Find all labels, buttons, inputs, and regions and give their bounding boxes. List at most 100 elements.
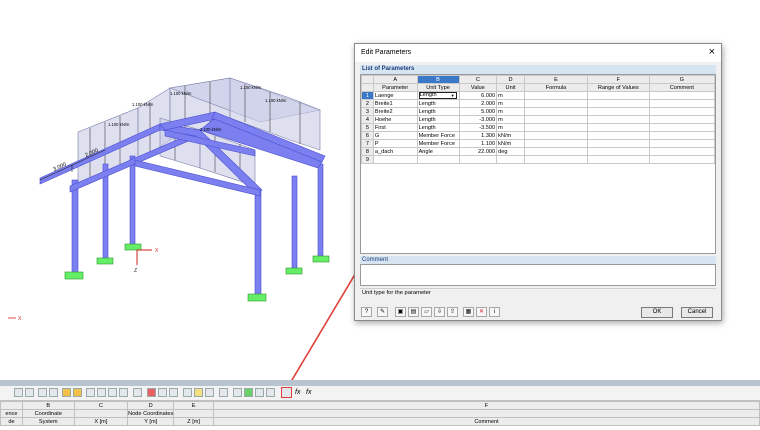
- close-icon[interactable]: ×: [709, 46, 715, 58]
- unit-cell[interactable]: [496, 155, 525, 164]
- formula-cell[interactable]: [523, 91, 589, 100]
- formula-cell[interactable]: [523, 131, 589, 140]
- parameter-cell[interactable]: Laenge: [372, 91, 418, 100]
- toolbar-icon[interactable]: [25, 388, 34, 397]
- edit-icon[interactable]: ✎: [377, 307, 388, 317]
- unit-type-cell[interactable]: Length: [416, 115, 460, 124]
- unit-type-cell[interactable]: Length: [416, 107, 460, 116]
- comment-cell[interactable]: [648, 147, 715, 156]
- formula-cell[interactable]: [523, 99, 589, 108]
- column-letter[interactable]: E: [523, 75, 589, 84]
- comment-cell[interactable]: [648, 115, 715, 124]
- comment-cell[interactable]: [648, 91, 715, 100]
- parameter-cell[interactable]: P: [372, 139, 418, 148]
- toolbar-icon[interactable]: [194, 388, 203, 397]
- chevron-down-icon[interactable]: ▼: [451, 93, 455, 98]
- unit-cell[interactable]: kN/m: [496, 131, 525, 140]
- column-letter[interactable]: B: [21, 401, 75, 410]
- formula-cell[interactable]: [523, 155, 589, 164]
- row-number[interactable]: 8: [361, 147, 374, 156]
- table-row[interactable]: 1 Laenge Length ▼ 6.000 m: [361, 91, 715, 100]
- column-letter[interactable]: D: [127, 401, 175, 410]
- column-letter[interactable]: F: [212, 401, 760, 410]
- unit-type-dropdown[interactable]: Length ▼: [418, 92, 457, 99]
- toolbar-icon[interactable]: [133, 388, 142, 397]
- table-row[interactable]: 9: [361, 155, 715, 164]
- column-letter[interactable]: D: [496, 75, 525, 84]
- column-letter[interactable]: E: [173, 401, 214, 410]
- row-number[interactable]: 5: [361, 123, 374, 132]
- folder-icon[interactable]: ▱: [421, 307, 432, 317]
- toolbar-icon[interactable]: [73, 388, 82, 397]
- table-row[interactable]: 3 Breite2 Length 5.000 m: [361, 107, 715, 116]
- formula-cell[interactable]: [523, 115, 589, 124]
- toolbar-icon[interactable]: [244, 388, 253, 397]
- toolbar-icon[interactable]: [97, 388, 106, 397]
- toolbar-icon[interactable]: [255, 388, 264, 397]
- save-icon[interactable]: ▣: [395, 307, 406, 317]
- comment-cell[interactable]: [648, 139, 715, 148]
- table-row[interactable]: 8 a_dach Angle 22.000 deg: [361, 147, 715, 156]
- range-cell[interactable]: [587, 155, 650, 164]
- toolbar-icon[interactable]: [205, 388, 214, 397]
- comment-cell[interactable]: [648, 123, 715, 132]
- row-number[interactable]: 9: [361, 155, 374, 164]
- range-cell[interactable]: [587, 123, 650, 132]
- value-cell[interactable]: 1.300: [458, 131, 498, 140]
- table-icon[interactable]: ▦: [463, 307, 474, 317]
- unit-type-cell[interactable]: Angle: [416, 147, 460, 156]
- comment-cell[interactable]: [648, 107, 715, 116]
- column-letter[interactable]: C: [458, 75, 498, 84]
- toolbar-icon[interactable]: [119, 388, 128, 397]
- toolbar-icon[interactable]: [62, 388, 71, 397]
- toolbar-icon[interactable]: [108, 388, 117, 397]
- range-cell[interactable]: [587, 99, 650, 108]
- parameter-cell[interactable]: Hoehe: [372, 115, 418, 124]
- column-letter[interactable]: G: [648, 75, 715, 84]
- parameter-cell[interactable]: Breite2: [372, 107, 418, 116]
- row-number[interactable]: 1: [361, 91, 374, 100]
- dialog-titlebar[interactable]: Edit Parameters ×: [355, 44, 721, 62]
- unit-cell[interactable]: m: [496, 123, 525, 132]
- range-cell[interactable]: [587, 131, 650, 140]
- formula-cell[interactable]: [523, 123, 589, 132]
- toolbar-icon[interactable]: [147, 388, 156, 397]
- row-number[interactable]: 6: [361, 131, 374, 140]
- value-cell[interactable]: 6.000: [458, 91, 498, 100]
- column-letter[interactable]: C: [73, 401, 129, 410]
- cancel-button[interactable]: Cancel: [681, 307, 713, 318]
- range-cell[interactable]: [587, 107, 650, 116]
- unit-cell[interactable]: m: [496, 107, 525, 116]
- info-icon[interactable]: i: [489, 307, 500, 317]
- range-cell[interactable]: [587, 139, 650, 148]
- unit-type-cell[interactable]: Length: [416, 99, 460, 108]
- column-letter[interactable]: B: [416, 75, 460, 84]
- formula-cell[interactable]: [523, 147, 589, 156]
- value-cell[interactable]: 5.000: [458, 107, 498, 116]
- range-cell[interactable]: [587, 115, 650, 124]
- row-number[interactable]: 7: [361, 139, 374, 148]
- toolbar-icon[interactable]: [219, 388, 228, 397]
- toolbar-icon[interactable]: [266, 388, 275, 397]
- row-number[interactable]: 4: [361, 115, 374, 124]
- toolbar-icon[interactable]: [233, 388, 242, 397]
- structure-model-view[interactable]: 3.000 2.000 1.100 kN/m 1.100 kN/m 1.100 …: [0, 0, 350, 330]
- toolbar-icon[interactable]: [49, 388, 58, 397]
- unit-type-cell[interactable]: Member Force: [416, 131, 460, 140]
- value-cell[interactable]: -3.000: [458, 115, 498, 124]
- import-icon[interactable]: ⇩: [434, 307, 445, 317]
- comment-cell[interactable]: [648, 99, 715, 108]
- delete-icon[interactable]: ✕: [476, 307, 487, 317]
- comment-cell[interactable]: [648, 155, 715, 164]
- value-cell[interactable]: 22.000: [458, 147, 498, 156]
- parameter-cell[interactable]: [372, 155, 418, 164]
- toolbar-icon[interactable]: [158, 388, 167, 397]
- parameters-grid[interactable]: A B C D E F G Parameter Unit Type Value …: [360, 74, 716, 254]
- unit-type-cell[interactable]: Length: [416, 123, 460, 132]
- range-cell[interactable]: [587, 147, 650, 156]
- formula-cell[interactable]: [523, 139, 589, 148]
- parameter-cell[interactable]: First: [372, 123, 418, 132]
- open-icon[interactable]: ▤: [408, 307, 419, 317]
- toolbar-icon[interactable]: [38, 388, 47, 397]
- toolbar-icon[interactable]: [183, 388, 192, 397]
